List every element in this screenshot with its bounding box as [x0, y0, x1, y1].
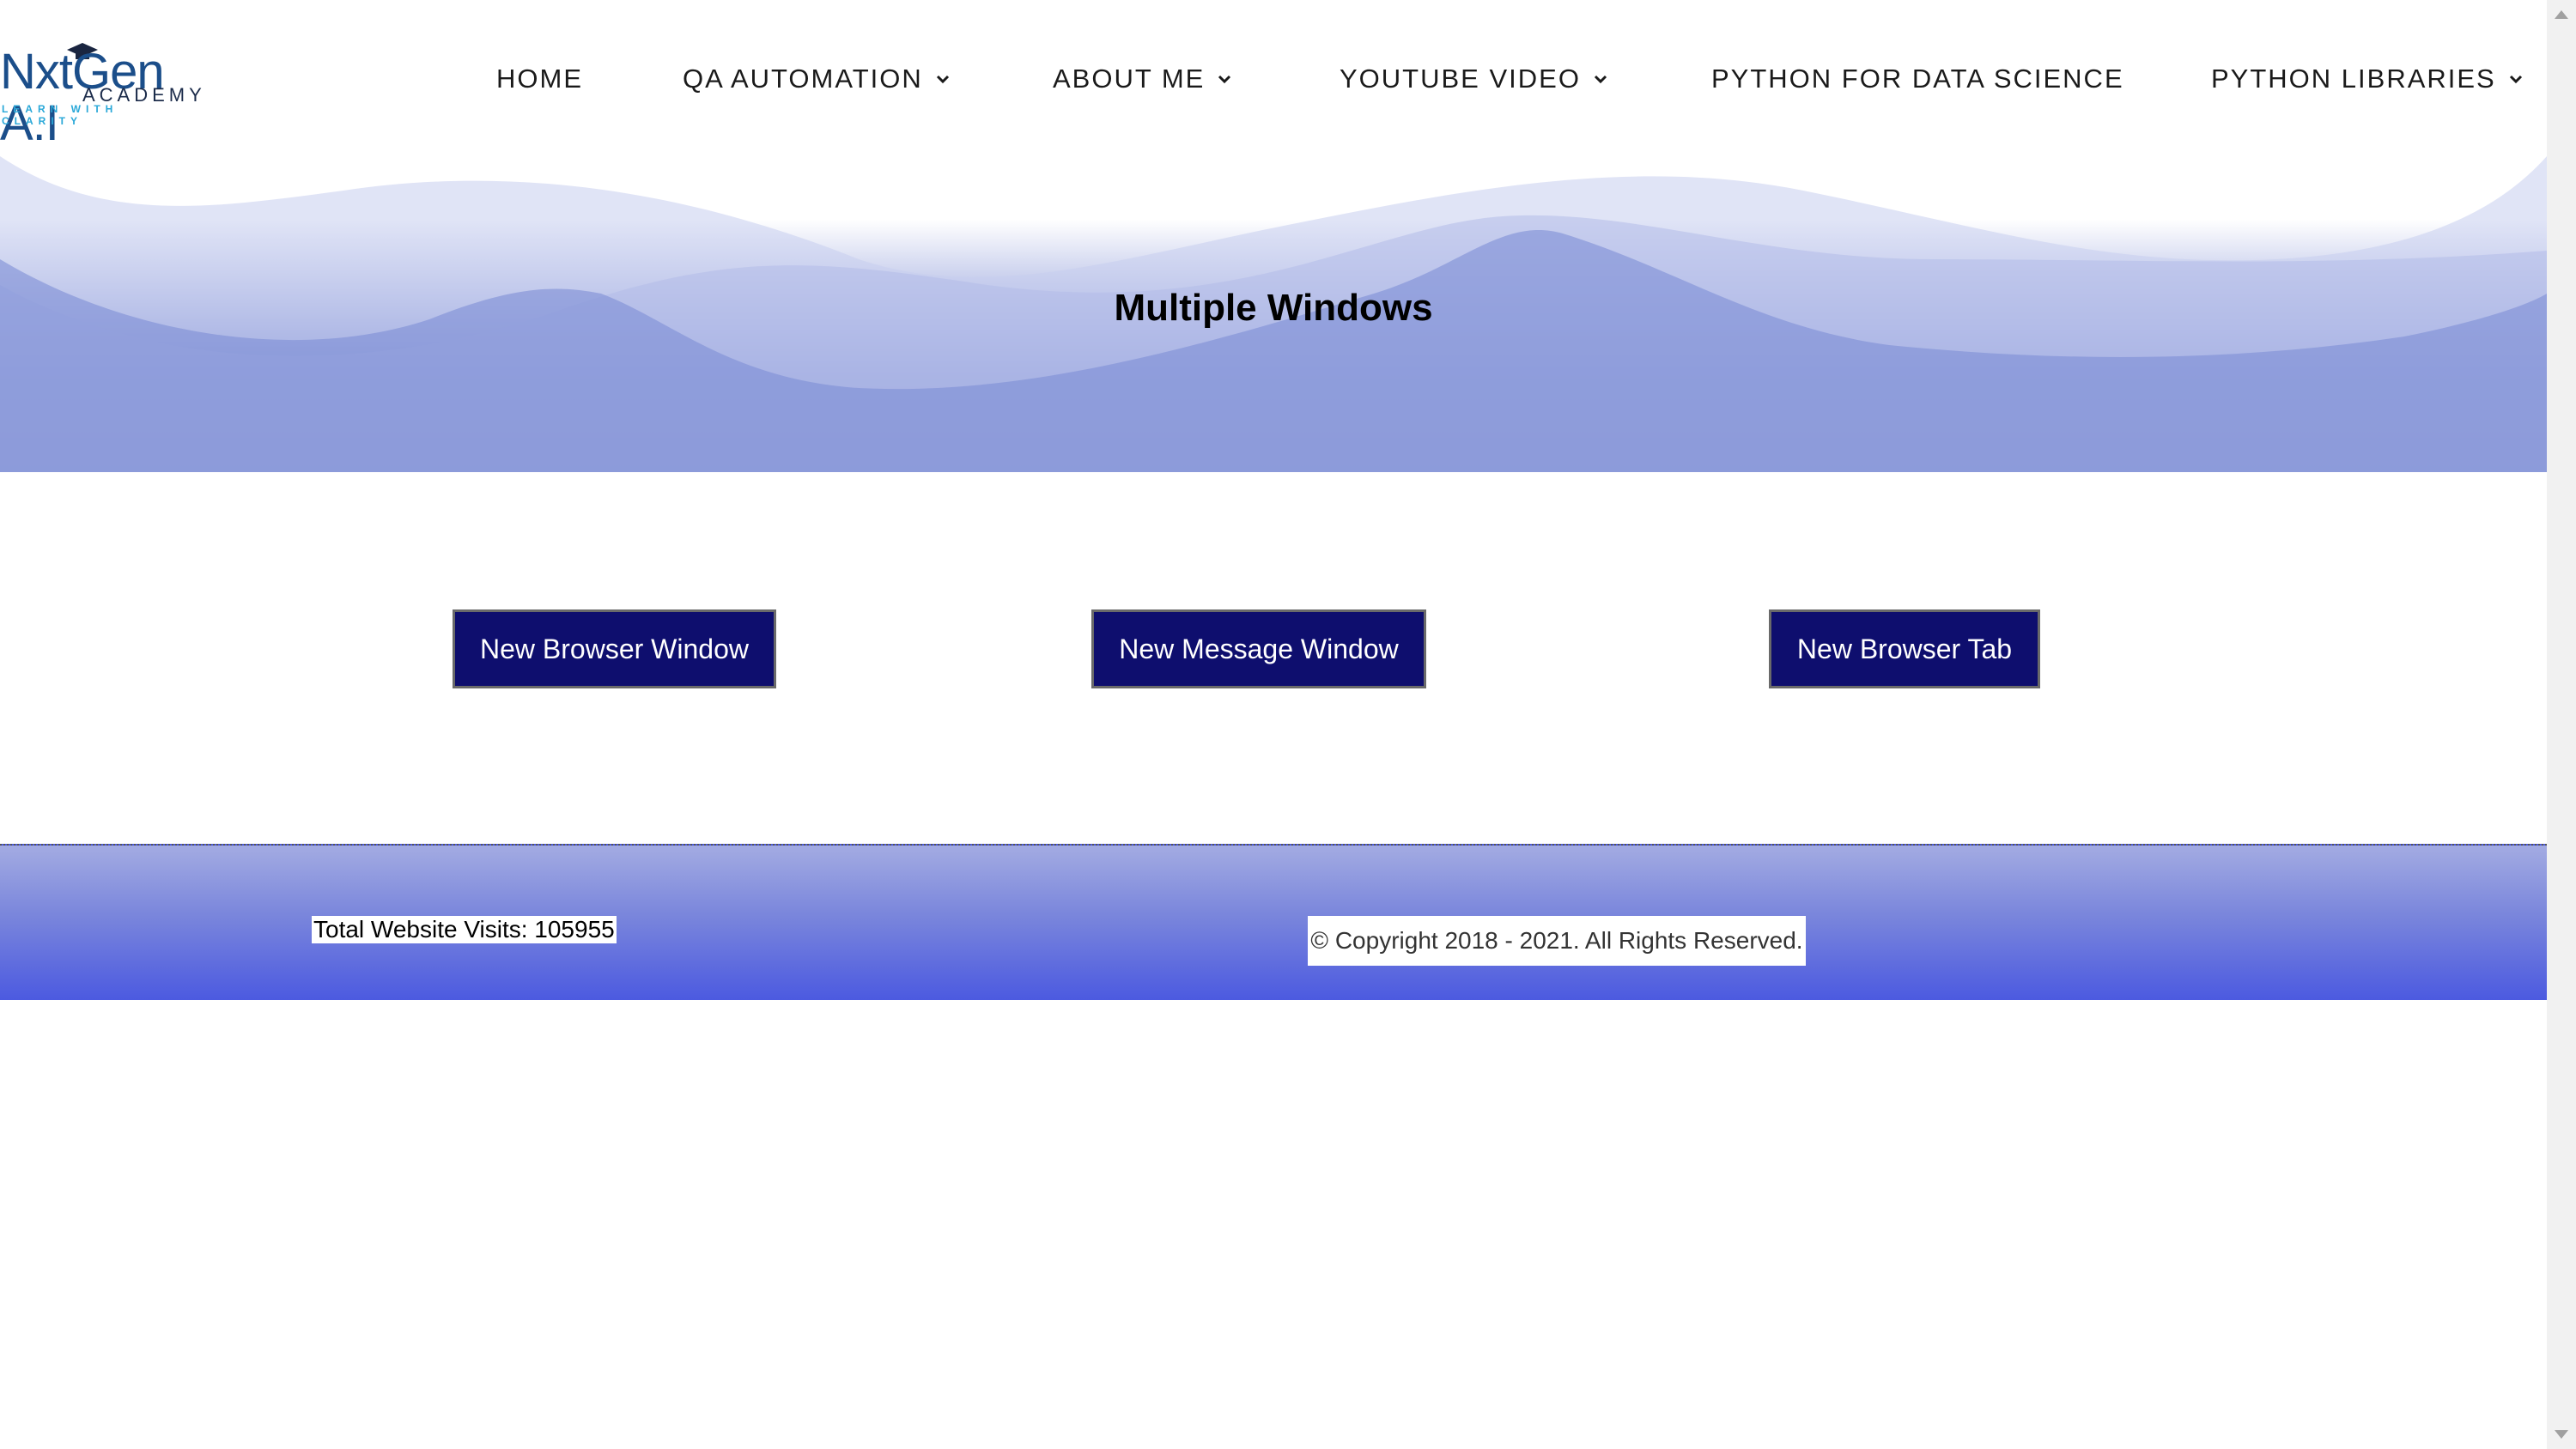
nav-item-label: QA AUTOMATION — [683, 64, 923, 94]
site-footer: Total Website Visits: 105955 © Copyright… — [0, 844, 2547, 1000]
chevron-down-icon — [936, 75, 949, 84]
chevron-down-icon — [2509, 75, 2522, 84]
nav-item-label: ABOUT ME — [1053, 64, 1206, 94]
nav-item-label: HOME — [496, 64, 583, 94]
new-message-window-button[interactable]: New Message Window — [1091, 609, 1426, 688]
scroll-up-icon[interactable] — [2555, 10, 2568, 19]
site-header: NxtGen A.I ACADEMY LEARN WITH CLARITY HO… — [0, 0, 2547, 157]
nav-item-qa-automation[interactable]: QA AUTOMATION — [683, 62, 951, 96]
main-nav: HOME QA AUTOMATION ABOUT ME YOUTUBE VIDE… — [0, 0, 2547, 156]
page-banner: Multiple Windows — [0, 156, 2547, 472]
nav-item-label: PYTHON FOR DATA SCIENCE — [1711, 64, 2124, 94]
nav-item-python-for-data-science[interactable]: PYTHON FOR DATA SCIENCE — [1711, 62, 2124, 96]
copyright-notice: © Copyright 2018 - 2021. All Rights Rese… — [1308, 916, 1806, 966]
nav-item-label: PYTHON LIBRARIES — [2211, 64, 2496, 94]
new-browser-window-button[interactable]: New Browser Window — [453, 609, 776, 688]
page-title: Multiple Windows — [1114, 287, 1433, 329]
nav-item-about-me[interactable]: ABOUT ME — [1053, 62, 1232, 96]
vertical-scrollbar[interactable] — [2547, 0, 2576, 1449]
nav-item-python-libraries[interactable]: PYTHON LIBRARIES — [2211, 62, 2524, 96]
nav-item-label: YOUTUBE VIDEO — [1340, 64, 1581, 94]
scroll-down-icon[interactable] — [2555, 1430, 2568, 1439]
chevron-down-icon — [1218, 75, 1231, 84]
visit-counter: Total Website Visits: 105955 — [312, 916, 617, 943]
nav-item-youtube-video[interactable]: YOUTUBE VIDEO — [1340, 62, 1608, 96]
chevron-down-icon — [1594, 75, 1607, 84]
new-browser-tab-button[interactable]: New Browser Tab — [1769, 609, 2040, 688]
nav-item-home[interactable]: HOME — [496, 62, 583, 96]
